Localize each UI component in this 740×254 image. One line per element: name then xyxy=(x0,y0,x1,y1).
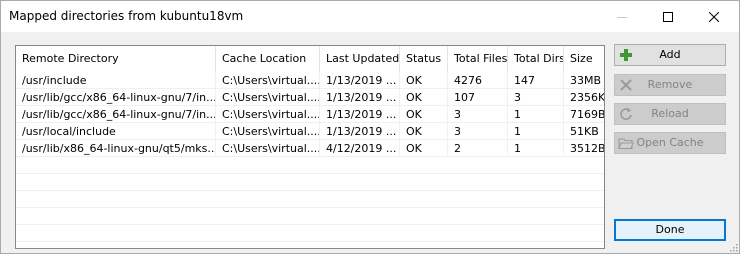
last-updated-cell: 1/13/2019 ... xyxy=(320,72,400,89)
total-dirs-cell: 1 xyxy=(508,106,564,123)
table-row[interactable]: /usr/lib/x86_64-linux-gnu/qt5/mks... C:\… xyxy=(16,140,604,157)
status-cell: OK xyxy=(400,89,448,106)
empty-row xyxy=(16,191,604,208)
last-updated-cell: 1/13/2019 ... xyxy=(320,106,400,123)
remove-button-label: Remove xyxy=(647,78,693,91)
last-updated-cell: 1/13/2019 ... xyxy=(320,89,400,106)
empty-row xyxy=(16,208,604,225)
close-icon xyxy=(709,11,719,22)
mapped-directories-list[interactable]: Remote Directory Cache Location Last Upd… xyxy=(15,45,605,249)
total-dirs-cell: 1 xyxy=(508,123,564,140)
total-files-cell: 3 xyxy=(448,123,508,140)
remote-directory-cell: /usr/lib/x86_64-linux-gnu/qt5/mks... xyxy=(16,140,216,157)
remove-button[interactable]: Remove xyxy=(614,74,726,96)
close-button[interactable] xyxy=(691,1,737,32)
table-row[interactable]: /usr/local/include C:\Users\virtual.... … xyxy=(16,123,604,140)
column-header-remote-directory[interactable]: Remote Directory xyxy=(16,46,216,72)
total-files-cell: 107 xyxy=(448,89,508,106)
done-button-label: Done xyxy=(655,223,685,236)
size-cell: 51KB xyxy=(570,125,599,138)
size-cell: 2356KB xyxy=(570,91,604,104)
status-cell: OK xyxy=(400,123,448,140)
empty-row xyxy=(16,157,604,174)
minimize-icon xyxy=(617,16,627,18)
open-cache-button-label: Open Cache xyxy=(636,136,704,149)
column-header-cache-location[interactable]: Cache Location xyxy=(216,46,320,72)
total-files-cell: 4276 xyxy=(448,72,508,89)
remote-directory-cell: /usr/lib/gcc/x86_64-linux-gnu/7/in... xyxy=(16,106,216,123)
cache-location-cell: C:\Users\virtual.... xyxy=(216,89,320,106)
status-cell: OK xyxy=(400,72,448,89)
last-updated-cell: 4/12/2019 ... xyxy=(320,140,400,157)
table-row[interactable]: /usr/include C:\Users\virtual.... 1/13/2… xyxy=(16,72,604,89)
done-button[interactable]: Done xyxy=(614,219,726,241)
minimize-button[interactable] xyxy=(599,1,645,32)
column-header-size[interactable]: Size xyxy=(564,46,604,72)
column-header-total-files[interactable]: Total Files xyxy=(448,46,508,72)
cache-location-cell: C:\Users\virtual.... xyxy=(216,123,320,140)
mapped-directories-dialog: Mapped directories from kubuntu18vm Remo… xyxy=(0,0,740,254)
size-cell: 7169B xyxy=(570,108,604,121)
title-bar: Mapped directories from kubuntu18vm xyxy=(1,1,739,32)
cache-location-cell: C:\Users\virtual.... xyxy=(216,72,320,89)
add-button[interactable]: Add xyxy=(614,44,726,66)
total-dirs-cell: 147 xyxy=(508,72,564,89)
column-header-status[interactable]: Status xyxy=(400,46,448,72)
add-button-label: Add xyxy=(659,48,681,61)
resize-grip-icon[interactable] xyxy=(728,242,738,252)
total-dirs-cell: 3 xyxy=(508,89,564,106)
table-row[interactable]: /usr/lib/gcc/x86_64-linux-gnu/7/in... C:… xyxy=(16,89,604,106)
cache-location-cell: C:\Users\virtual.... xyxy=(216,140,320,157)
table-row[interactable]: /usr/lib/gcc/x86_64-linux-gnu/7/in... C:… xyxy=(16,106,604,123)
total-dirs-cell: 1 xyxy=(508,140,564,157)
column-header-total-dirs[interactable]: Total Dirs xyxy=(508,46,564,72)
total-files-cell: 2 xyxy=(448,140,508,157)
total-files-cell: 3 xyxy=(448,106,508,123)
remote-directory-cell: /usr/include xyxy=(16,72,216,89)
last-updated-cell: 1/13/2019 ... xyxy=(320,123,400,140)
size-cell: 3512B xyxy=(570,142,604,155)
list-header: Remote Directory Cache Location Last Upd… xyxy=(16,46,604,72)
maximize-button[interactable] xyxy=(645,1,691,32)
status-cell: OK xyxy=(400,140,448,157)
column-header-last-updated[interactable]: Last Updated xyxy=(320,46,400,72)
empty-row xyxy=(16,174,604,191)
window-title: Mapped directories from kubuntu18vm xyxy=(9,9,244,23)
open-cache-button[interactable]: Open Cache xyxy=(614,132,726,154)
remote-directory-cell: /usr/lib/gcc/x86_64-linux-gnu/7/in... xyxy=(16,89,216,106)
empty-row xyxy=(16,225,604,242)
reload-button-label: Reload xyxy=(651,107,689,120)
reload-button[interactable]: Reload xyxy=(614,103,726,125)
remote-directory-cell: /usr/local/include xyxy=(16,123,216,140)
size-cell: 33MB xyxy=(570,74,602,87)
cache-location-cell: C:\Users\virtual.... xyxy=(216,106,320,123)
status-cell: OK xyxy=(400,106,448,123)
maximize-icon xyxy=(663,11,673,22)
